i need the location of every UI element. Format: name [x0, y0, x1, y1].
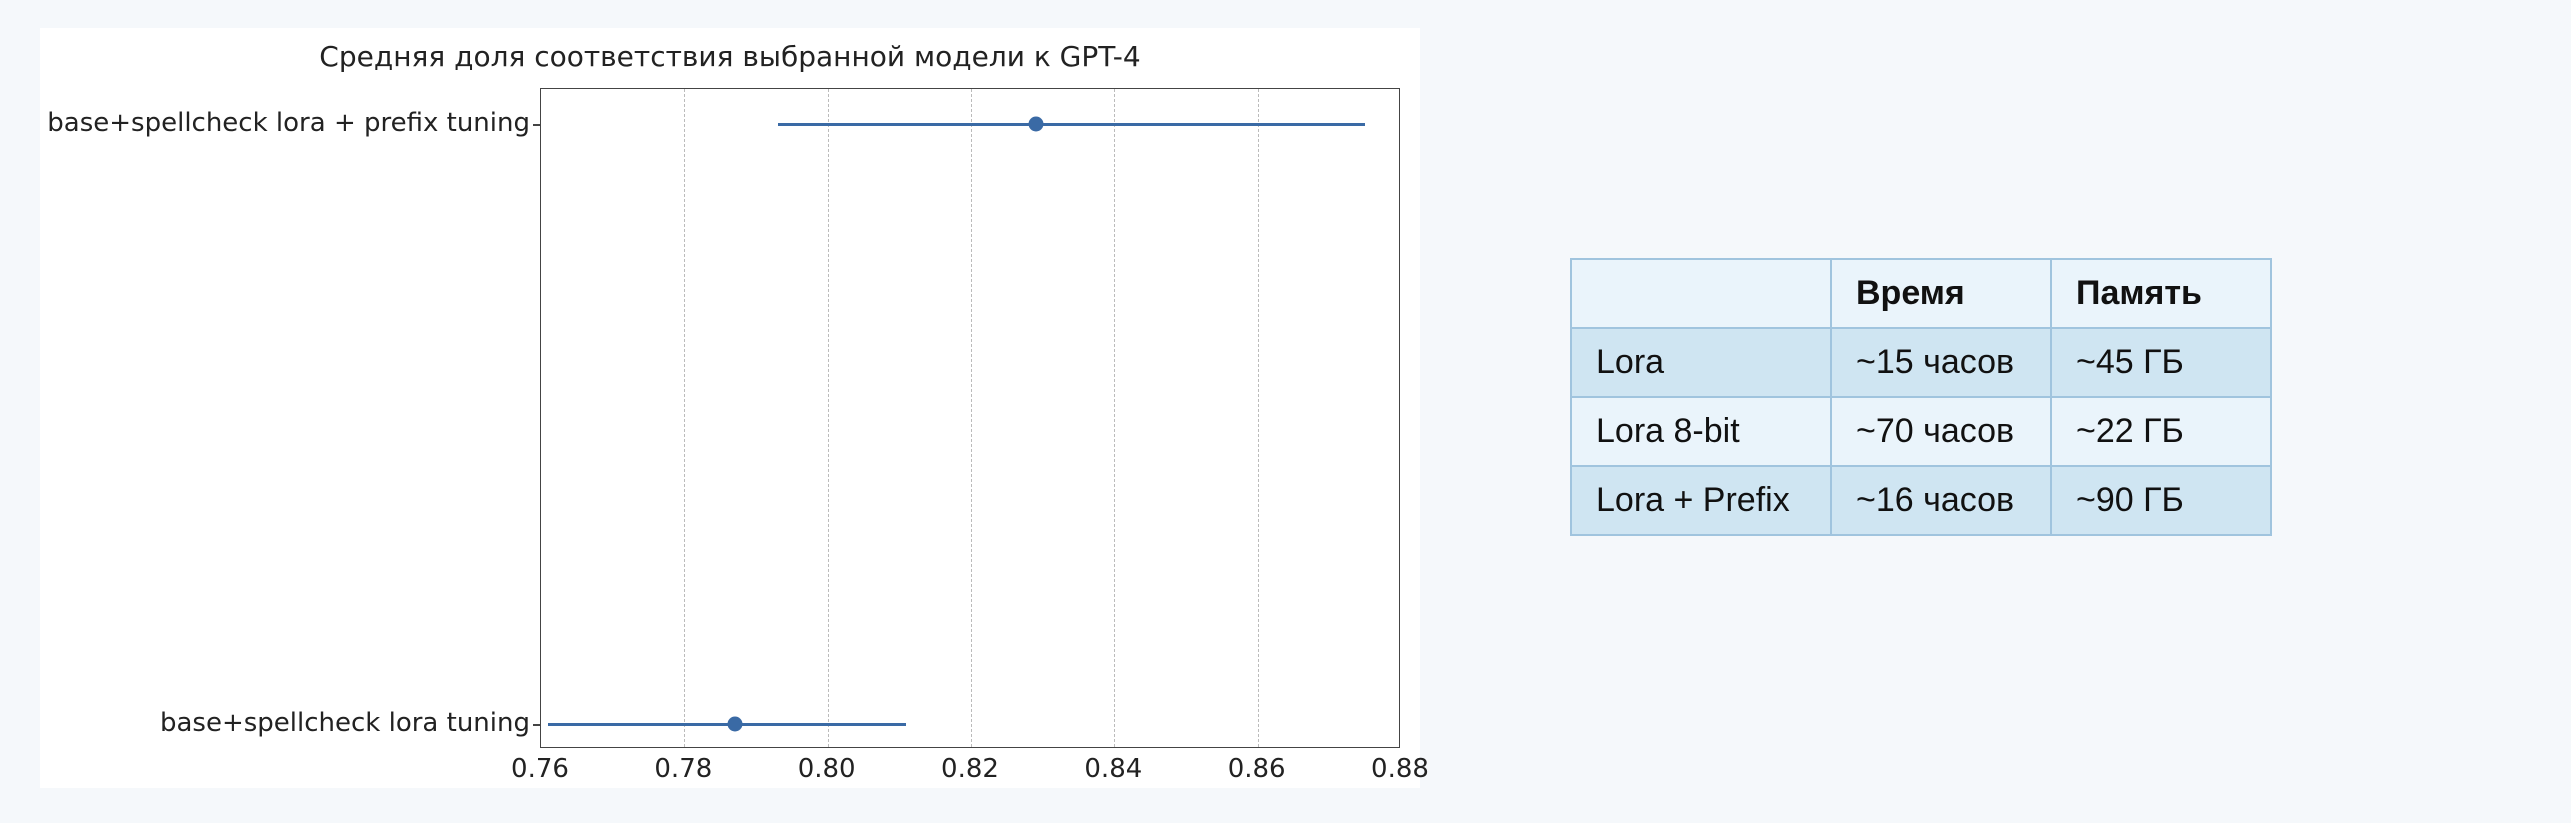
- gridline: [684, 89, 685, 747]
- table-header-row: Время Память: [1571, 259, 2271, 328]
- table-header-time: Время: [1831, 259, 2051, 328]
- table-row: Lora + Prefix ~16 часов ~90 ГБ: [1571, 466, 2271, 535]
- table-cell-memory: ~45 ГБ: [2051, 328, 2271, 397]
- y-tick-mark: [533, 124, 541, 126]
- y-tick-mark: [533, 724, 541, 726]
- y-tick-label-0: base+spellcheck lora + prefix tuning: [40, 108, 530, 139]
- table-cell-time: ~70 часов: [1831, 397, 2051, 466]
- x-tick-label: 0.76: [511, 754, 569, 784]
- table-cell-memory: ~22 ГБ: [2051, 397, 2271, 466]
- table-cell-name: Lora: [1571, 328, 1831, 397]
- x-tick-label: 0.88: [1371, 754, 1429, 784]
- gridline: [1114, 89, 1115, 747]
- gridline: [971, 89, 972, 747]
- table-cell-memory: ~90 ГБ: [2051, 466, 2271, 535]
- x-tick-label: 0.86: [1228, 754, 1286, 784]
- table-row: Lora ~15 часов ~45 ГБ: [1571, 328, 2271, 397]
- plot-area: [540, 88, 1400, 748]
- x-tick-label: 0.84: [1084, 754, 1142, 784]
- y-tick-label-1: base+spellcheck lora tuning: [40, 708, 530, 739]
- gridline: [828, 89, 829, 747]
- errorbar-point-1: [727, 717, 742, 732]
- errorbar-point-0: [1028, 117, 1043, 132]
- table-cell-name: Lora + Prefix: [1571, 466, 1831, 535]
- table-cell-time: ~15 часов: [1831, 328, 2051, 397]
- table-container: Время Память Lora ~15 часов ~45 ГБ Lora …: [1570, 258, 2272, 536]
- results-table: Время Память Lora ~15 часов ~45 ГБ Lora …: [1570, 258, 2272, 536]
- x-tick-label: 0.80: [798, 754, 856, 784]
- x-tick-label: 0.78: [654, 754, 712, 784]
- x-tick-label: 0.82: [941, 754, 999, 784]
- table-header-blank: [1571, 259, 1831, 328]
- table-cell-time: ~16 часов: [1831, 466, 2051, 535]
- table-cell-name: Lora 8-bit: [1571, 397, 1831, 466]
- table-header-memory: Память: [2051, 259, 2271, 328]
- gridline: [1258, 89, 1259, 747]
- chart-container: Средняя доля соответствия выбранной моде…: [40, 28, 1420, 788]
- errorbar-line-0: [778, 123, 1366, 126]
- table-row: Lora 8-bit ~70 часов ~22 ГБ: [1571, 397, 2271, 466]
- chart-title: Средняя доля соответствия выбранной моде…: [40, 40, 1420, 73]
